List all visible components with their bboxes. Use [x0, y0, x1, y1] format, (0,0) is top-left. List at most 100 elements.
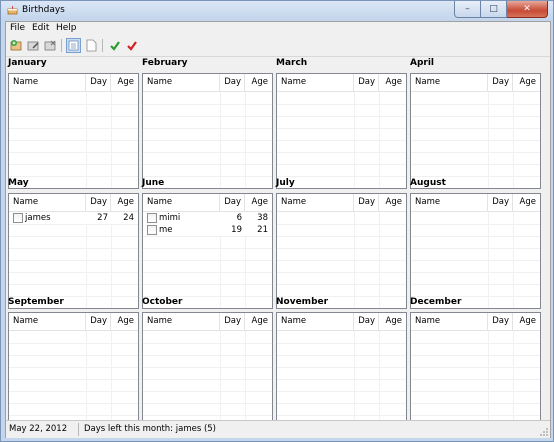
row-checkbox[interactable]: [13, 213, 23, 223]
birthday-list[interactable]: Name Day Age mimi 6 38 me 19 21: [142, 193, 273, 309]
maximize-icon: □: [489, 4, 498, 14]
row-checkbox[interactable]: [147, 213, 157, 223]
birthday-list[interactable]: Name Day Age: [410, 312, 541, 428]
resize-grip-icon[interactable]: [539, 427, 549, 437]
column-header-name[interactable]: Name: [9, 194, 86, 211]
birthday-list[interactable]: Name Day Age: [276, 312, 407, 428]
row-checkbox[interactable]: [147, 225, 157, 235]
column-header-day[interactable]: Day: [86, 313, 111, 330]
column-header-name[interactable]: Name: [411, 194, 488, 211]
column-header-age[interactable]: Age: [513, 74, 540, 91]
month-panel-july: July Name Day Age: [276, 178, 407, 309]
list-item[interactable]: me 19 21: [143, 224, 272, 237]
column-header-name[interactable]: Name: [277, 194, 354, 211]
month-panel-october: October Name Day Age: [142, 297, 273, 428]
close-button[interactable]: ✕: [507, 1, 548, 18]
window-title: Birthdays: [22, 5, 65, 15]
month-title: July: [276, 178, 295, 188]
birthday-list[interactable]: Name Day Age: [142, 312, 273, 428]
month-panel-august: August Name Day Age: [410, 178, 541, 309]
blank-page-icon: [86, 39, 97, 52]
green-check-icon: [109, 40, 120, 51]
list-item[interactable]: james 27 24: [9, 212, 138, 225]
column-header-day[interactable]: Day: [488, 74, 513, 91]
column-header-name[interactable]: Name: [411, 74, 488, 91]
column-header-day[interactable]: Day: [354, 313, 379, 330]
month-title: October: [142, 297, 183, 307]
column-header-day[interactable]: Day: [86, 194, 111, 211]
birthday-list[interactable]: Name Day Age: [276, 193, 407, 309]
person-day: 27: [97, 213, 108, 223]
column-header-name[interactable]: Name: [9, 74, 86, 91]
check-red-button[interactable]: [124, 38, 139, 53]
column-header-name[interactable]: Name: [9, 313, 86, 330]
column-header-name[interactable]: Name: [143, 313, 220, 330]
month-title: December: [410, 297, 462, 307]
column-header-name[interactable]: Name: [277, 74, 354, 91]
birthday-list[interactable]: Name Day Age: [410, 193, 541, 309]
birthday-list[interactable]: Name Day Age james 27 24: [8, 193, 139, 309]
list-header: Name Day Age: [9, 313, 138, 331]
birthday-list[interactable]: Name Day Age: [410, 73, 541, 189]
column-header-age[interactable]: Age: [379, 74, 406, 91]
column-header-day[interactable]: Day: [488, 194, 513, 211]
add-person-button[interactable]: [9, 38, 24, 53]
column-header-name[interactable]: Name: [277, 313, 354, 330]
column-header-age[interactable]: Age: [111, 194, 138, 211]
edit-person-button[interactable]: [26, 38, 41, 53]
birthday-list[interactable]: Name Day Age: [276, 73, 407, 189]
month-title: January: [8, 58, 47, 68]
column-header-day[interactable]: Day: [220, 74, 245, 91]
column-header-day[interactable]: Day: [354, 194, 379, 211]
column-header-day[interactable]: Day: [354, 74, 379, 91]
menu-edit[interactable]: Edit: [32, 23, 49, 33]
column-header-day[interactable]: Day: [220, 194, 245, 211]
column-header-age[interactable]: Age: [245, 194, 272, 211]
menu-file[interactable]: File: [10, 23, 25, 33]
birthday-list[interactable]: Name Day Age: [8, 312, 139, 428]
month-panel-january: January Name Day Age: [8, 58, 139, 189]
delete-person-button[interactable]: [43, 38, 58, 53]
column-header-age[interactable]: Age: [513, 194, 540, 211]
maximize-button[interactable]: □: [481, 1, 507, 18]
column-header-age[interactable]: Age: [111, 313, 138, 330]
birthday-list[interactable]: Name Day Age: [8, 73, 139, 189]
column-header-age[interactable]: Age: [513, 313, 540, 330]
delete-person-icon: [44, 40, 56, 51]
status-separator: [78, 423, 79, 436]
status-bar: May 22, 2012 Days left this month: james…: [6, 420, 550, 438]
list-view-icon: [68, 40, 79, 51]
list-header: Name Day Age: [277, 313, 406, 331]
column-header-day[interactable]: Day: [488, 313, 513, 330]
column-header-age[interactable]: Age: [111, 74, 138, 91]
month-title: April: [410, 58, 435, 68]
new-page-button[interactable]: [84, 38, 99, 53]
minimize-button[interactable]: –: [454, 1, 481, 18]
column-header-age[interactable]: Age: [379, 313, 406, 330]
list-header: Name Day Age: [9, 194, 138, 212]
menu-help[interactable]: Help: [56, 23, 77, 33]
month-title: February: [142, 58, 188, 68]
column-header-day[interactable]: Day: [86, 74, 111, 91]
birthday-list[interactable]: Name Day Age: [142, 73, 273, 189]
list-header: Name Day Age: [277, 74, 406, 92]
status-date: May 22, 2012: [9, 424, 68, 434]
column-header-age[interactable]: Age: [379, 194, 406, 211]
minimize-icon: –: [465, 4, 470, 14]
title-bar[interactable]: Birthdays – □ ✕: [1, 1, 553, 20]
month-title: May: [8, 178, 29, 188]
month-title: September: [8, 297, 64, 307]
column-header-age[interactable]: Age: [245, 313, 272, 330]
column-header-day[interactable]: Day: [220, 313, 245, 330]
check-green-button[interactable]: [107, 38, 122, 53]
list-view-button[interactable]: [66, 38, 81, 53]
month-panel-february: February Name Day Age: [142, 58, 273, 189]
month-panel-march: March Name Day Age: [276, 58, 407, 189]
column-header-age[interactable]: Age: [245, 74, 272, 91]
month-panel-june: June Name Day Age mimi 6 38 me 19 21: [142, 178, 273, 309]
list-header: Name Day Age: [143, 194, 272, 212]
column-header-name[interactable]: Name: [411, 313, 488, 330]
column-header-name[interactable]: Name: [143, 194, 220, 211]
list-header: Name Day Age: [411, 74, 540, 92]
column-header-name[interactable]: Name: [143, 74, 220, 91]
